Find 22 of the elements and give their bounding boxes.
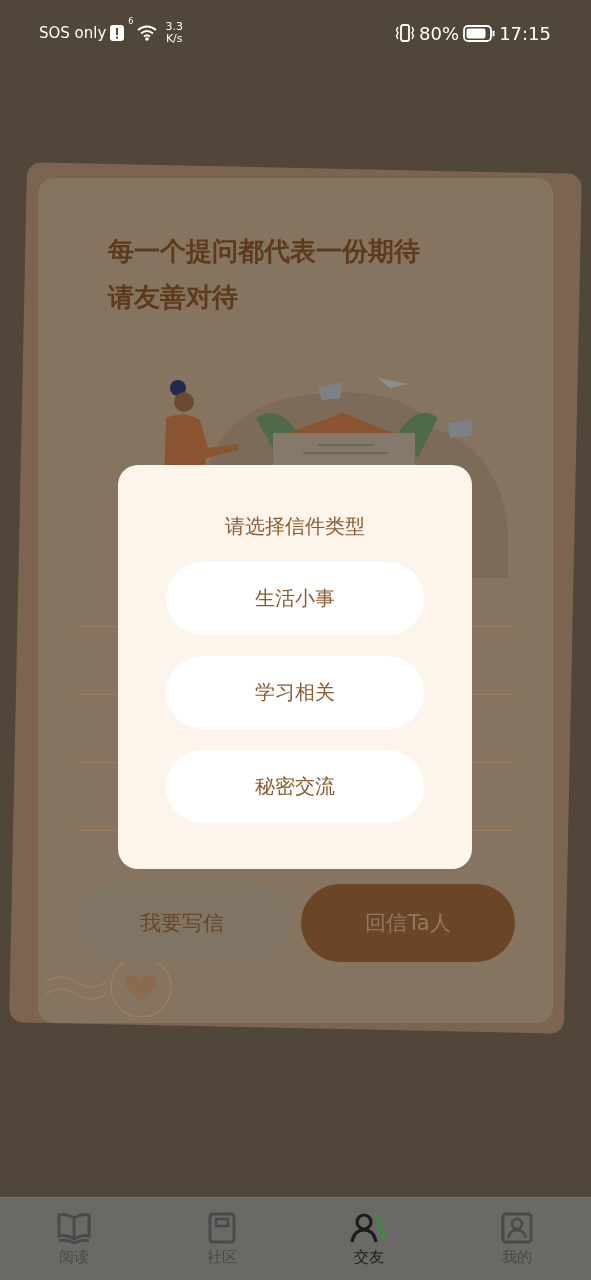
card-title-line: 请友善对待 [108,281,239,314]
vibrate-icon [395,24,416,42]
carrier-text: SOS only [39,24,107,42]
network-type-text: 6 [128,17,134,26]
letter-type-option[interactable]: 秘密交流 [166,750,424,823]
alert-icon [110,25,125,41]
wifi-icon [137,25,158,41]
speed-unit: K/s [165,33,183,45]
battery-icon [463,24,496,42]
battery-percent: 80% [419,22,460,44]
dialog-title: 请选择信件类型 [225,513,365,540]
profile-icon [501,1211,534,1244]
clock-time: 17:15 [499,22,551,44]
reply-button[interactable]: 回信Ta人 [301,884,515,962]
notebook-icon [207,1211,236,1244]
letter-type-option[interactable]: 生活小事 [166,562,424,635]
letter-type-option[interactable]: 学习相关 [166,656,424,729]
speed-value: 3.3 [165,21,183,33]
nav-tab[interactable]: 交友 [295,1198,444,1280]
book-icon [56,1211,91,1244]
card-title-line: 每一个提问都代表一份期待 [108,235,421,268]
write-letter-button[interactable]: 我要写信 [75,884,289,962]
